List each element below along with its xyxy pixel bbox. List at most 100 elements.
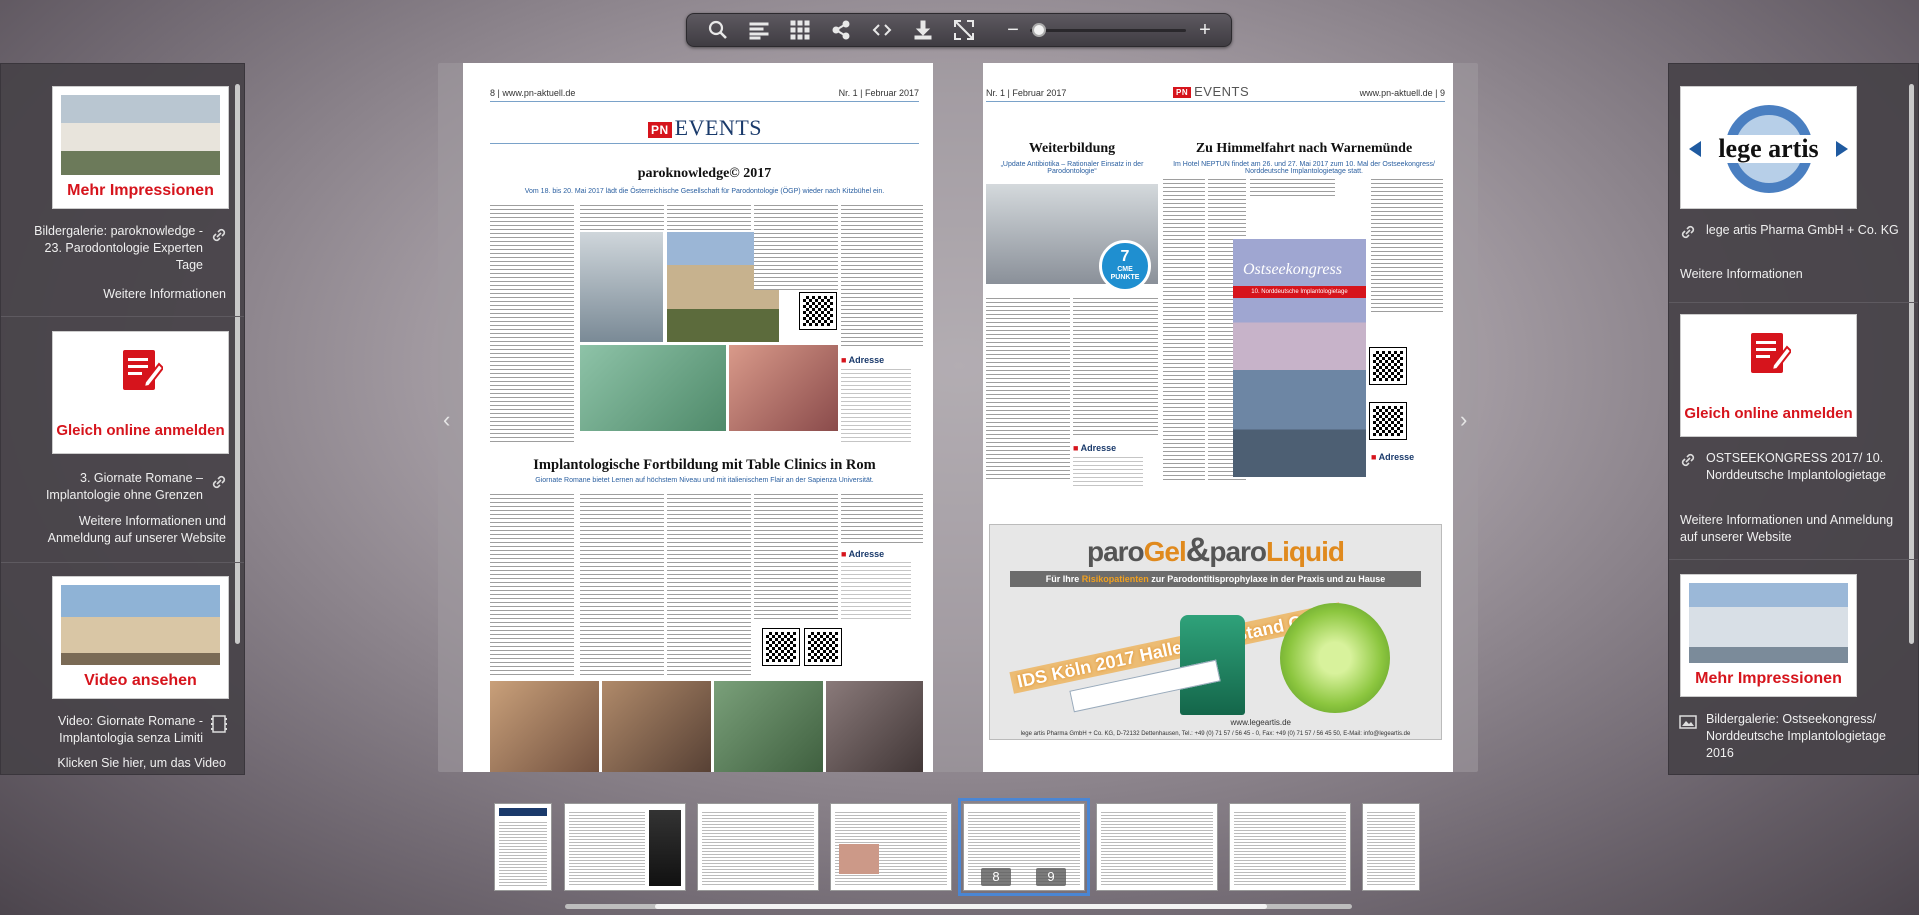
brand-gel: Gel — [1143, 536, 1187, 567]
register-card-giornate[interactable]: Gleich online anmelden — [52, 331, 229, 454]
more-info-link[interactable]: Weitere Informationen — [25, 286, 226, 303]
page-8[interactable]: 8 | www.pn-aktuell.de Nr. 1 | Februar 20… — [463, 63, 933, 772]
search-icon[interactable] — [697, 15, 738, 45]
thumbnail-scrollbar[interactable] — [565, 904, 1352, 909]
left-enrichment-panel: Mehr Impressionen Bildergalerie: parokno… — [0, 63, 245, 775]
event-title: OSTSEEKONGRESS 2017/ 10. Norddeutsche Im… — [1706, 451, 1886, 482]
more-info-registration-link[interactable]: Weitere Informationen und Anmeldung auf … — [1680, 512, 1908, 546]
page-thumbnail-strip: 8 9 — [492, 798, 1420, 896]
qr-code[interactable] — [804, 628, 842, 666]
pn-logo: PN — [1173, 87, 1192, 99]
text-column — [667, 204, 751, 230]
section-label: EVENTS — [1194, 84, 1250, 99]
thumbnail-pages-4-5[interactable] — [697, 803, 819, 891]
register-card-ostseekongress[interactable]: Gleich online anmelden — [1680, 314, 1857, 437]
text-column — [1073, 297, 1158, 437]
grid-view-icon[interactable] — [779, 15, 820, 45]
qr-code[interactable] — [1369, 347, 1407, 385]
zoom-knob[interactable] — [1032, 23, 1046, 37]
next-page-arrow-icon[interactable]: › — [1460, 407, 1467, 433]
photo-event-3 — [714, 681, 823, 772]
pn-logo: PN — [648, 121, 672, 138]
page-header-right: Nr. 1 | Februar 2017 — [838, 88, 919, 98]
article-title: Weiterbildung — [1028, 141, 1116, 156]
zoom-in-button[interactable]: + — [1194, 19, 1216, 42]
page-9[interactable]: Nr. 1 | Februar 2017 PN EVENTS www.pn-akt… — [983, 63, 1453, 772]
zoom-slider[interactable] — [1030, 15, 1186, 45]
thumb-page-number-right: 9 — [1036, 868, 1066, 886]
qr-code[interactable] — [762, 628, 800, 666]
zoom-out-button[interactable]: − — [1002, 19, 1024, 42]
thumb-image — [839, 844, 879, 874]
thumbnail-pages-6-7[interactable] — [830, 803, 952, 891]
left-panel-scrollbar[interactable] — [235, 84, 240, 644]
thumbnail-pages-10-11[interactable] — [1096, 803, 1218, 891]
adresse-heading: ■ Adresse — [841, 355, 885, 365]
link-icon[interactable] — [1679, 223, 1697, 241]
cme-label: CME PUNKTE — [1110, 266, 1140, 281]
event-title: 3. Giornate Romane – Implantologie ohne … — [45, 471, 203, 502]
lege-artis-logo-text: lege artis — [1718, 134, 1819, 163]
text-column — [490, 493, 574, 677]
divider — [1, 562, 244, 563]
more-info-registration-link[interactable]: Weitere Informationen und Anmeldung auf … — [13, 513, 226, 547]
thumbnail-pages-8-9[interactable]: 8 9 — [958, 798, 1090, 896]
gallery-card-ostseekongress[interactable]: Mehr Impressionen — [1680, 574, 1857, 697]
divider — [1, 316, 244, 317]
tagline-part: zur Parodontitisprophylaxe in der Praxis… — [1148, 574, 1386, 584]
adresse-heading: ■ Adresse — [1073, 443, 1117, 453]
film-icon[interactable] — [210, 715, 228, 733]
video-card-giornate[interactable]: Video ansehen — [52, 576, 229, 699]
right-panel-scrollbar[interactable] — [1909, 84, 1914, 644]
poster-title: Ostseekongress — [1243, 261, 1342, 278]
adresse-label: Adresse — [848, 355, 885, 365]
page-header-left: Nr. 1 | Februar 2017 — [986, 88, 1067, 98]
download-icon[interactable] — [902, 15, 943, 45]
photo-dinner — [729, 345, 838, 431]
brand-liquid: Liquid — [1266, 536, 1345, 567]
text-column — [580, 204, 664, 230]
link-icon[interactable] — [210, 226, 228, 244]
thumbnail-page-1[interactable] — [494, 803, 552, 891]
share-icon[interactable] — [820, 15, 861, 45]
thumb-masthead — [499, 808, 547, 816]
video-ansehen-label: Video ansehen — [84, 672, 197, 689]
section-rule — [490, 143, 919, 144]
adresse-heading: ■ Adresse — [1371, 452, 1415, 462]
gleich-online-anmelden-label: Gleich online anmelden — [1684, 405, 1853, 422]
gallery-title: Bildergalerie: Ostseekongress/ Norddeuts… — [1706, 712, 1886, 760]
right-enrichment-panel: lege artis lege artis Pharma GmbH + Co. … — [1668, 63, 1919, 775]
fullscreen-icon[interactable] — [943, 15, 984, 45]
text-column — [841, 493, 923, 543]
address-text — [841, 561, 911, 621]
ad-tagline: Für Ihre Risikopatienten zur Parodontiti… — [1010, 571, 1421, 587]
cme-points: 7 — [1120, 248, 1130, 265]
embed-icon[interactable] — [861, 15, 902, 45]
company-title: lege artis Pharma GmbH + Co. KG — [1706, 223, 1899, 237]
photo-event-4 — [826, 681, 923, 772]
gallery-card-paroknowledge[interactable]: Mehr Impressionen — [52, 86, 229, 209]
qr-code[interactable] — [799, 292, 837, 330]
tagline-part: Für Ihre — [1045, 574, 1082, 584]
qr-code[interactable] — [1369, 402, 1407, 440]
lege-artis-logo-card[interactable]: lege artis — [1680, 86, 1857, 209]
registration-form-icon — [1751, 333, 1791, 373]
link-icon[interactable] — [210, 473, 228, 491]
thumb-page-number-left: 8 — [981, 868, 1011, 886]
video-link[interactable]: Klicken Sie hier, um das Video — [25, 755, 226, 772]
previous-page-arrow-icon[interactable]: ‹ — [443, 407, 450, 433]
thumbnail-pages-14[interactable] — [1362, 803, 1420, 891]
paro-advertisement[interactable]: paroGel&paroLiquid Für Ihre Risikopatien… — [989, 524, 1442, 740]
thumbnail-scrollbar-thumb[interactable] — [655, 904, 1267, 909]
table-of-contents-icon[interactable] — [738, 15, 779, 45]
link-icon[interactable] — [1679, 451, 1697, 469]
adresse-label: Adresse — [848, 549, 885, 559]
more-info-link[interactable]: Weitere Informationen — [1680, 266, 1905, 283]
address-text — [841, 368, 911, 443]
image-icon[interactable] — [1679, 713, 1697, 731]
photo-event-1 — [490, 681, 599, 772]
toolbar: − + — [686, 13, 1232, 47]
thumbnail-pages-2-3[interactable] — [564, 803, 686, 891]
gleich-online-anmelden-label: Gleich online anmelden — [56, 422, 225, 439]
thumbnail-pages-12-13[interactable] — [1229, 803, 1351, 891]
